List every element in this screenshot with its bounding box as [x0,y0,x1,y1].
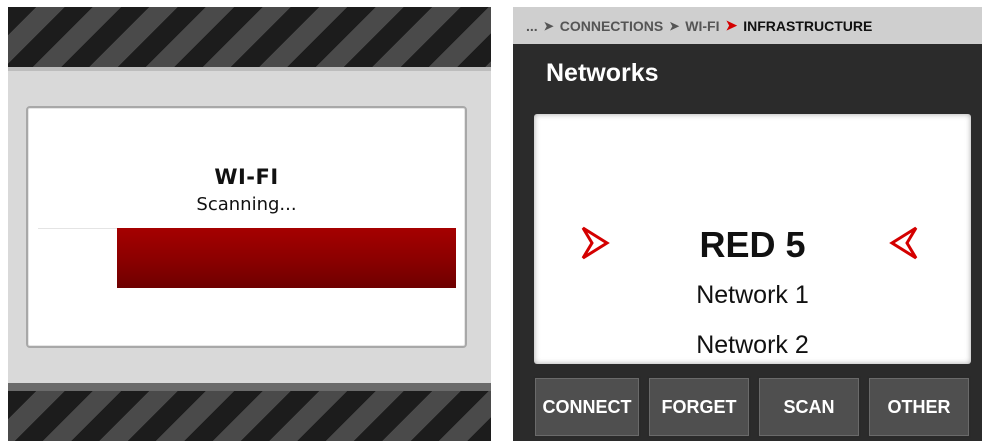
page-title: Networks [546,59,659,87]
network-item[interactable]: Network 2 [534,331,971,360]
left-pointer-arrow-icon [889,226,918,260]
forget-button[interactable]: FORGET [647,376,751,438]
hazard-stripes-bottom [8,391,491,441]
wifi-scanning-screen: WI-FI Scanning... [8,7,491,441]
breadcrumb-ellipsis[interactable]: ... [526,18,538,34]
scan-status-text: Scanning... [196,194,297,215]
action-button-bar: CONNECT FORGET SCAN OTHER [533,376,971,438]
breadcrumb: ... ➤ CONNECTIONS ➤ WI-FI ➤ INFRASTRUCTU… [513,7,982,44]
connect-button[interactable]: CONNECT [533,376,641,438]
breadcrumb-current: INFRASTRUCTURE [743,17,873,34]
breadcrumb-wifi[interactable]: WI-FI [685,18,719,34]
breadcrumb-connections[interactable]: CONNECTIONS [560,18,663,34]
scan-progress-bar [38,228,456,288]
network-item[interactable]: Network 1 [534,281,971,310]
other-button[interactable]: OTHER [867,376,971,438]
network-list[interactable]: RED 5 Network 1 Network 2 [534,114,971,364]
chevron-right-icon: ➤ [543,18,554,33]
wifi-scan-dialog: WI-FI Scanning... [26,106,467,348]
scan-button[interactable]: SCAN [757,376,861,438]
progress-fill [117,228,456,288]
hazard-stripes-top [8,7,491,67]
networks-screen: ... ➤ CONNECTIONS ➤ WI-FI ➤ INFRASTRUCTU… [513,7,982,441]
chevron-right-icon: ➤ [669,18,680,33]
chevron-right-icon: ➤ [725,17,738,33]
dialog-title: WI-FI [214,165,279,189]
bezel-top [8,67,491,71]
bezel-bottom [8,383,491,391]
